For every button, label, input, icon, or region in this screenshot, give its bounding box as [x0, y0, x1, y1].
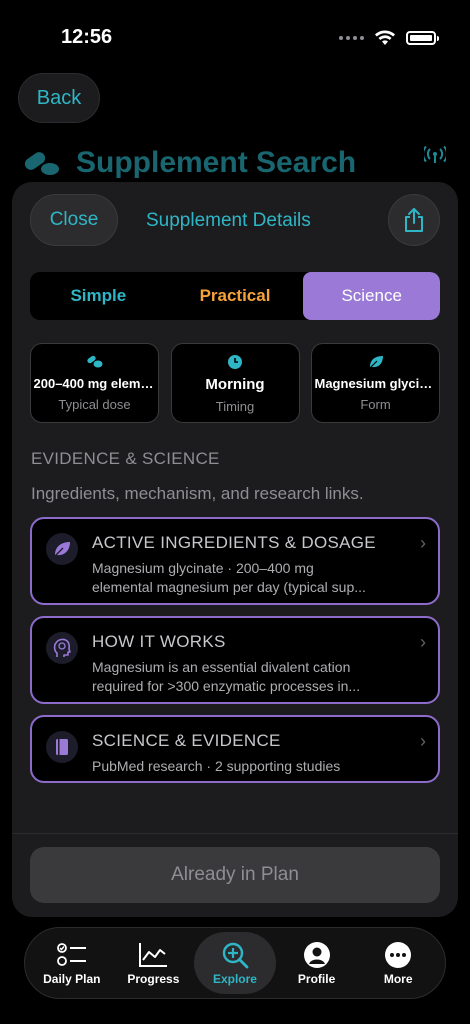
tab-bar: Daily Plan Progress Explore Profile More	[24, 927, 446, 999]
tab-progress[interactable]: Progress	[113, 932, 195, 994]
active-ingredients-row[interactable]: ACTIVE INGREDIENTS & DOSAGE Magnesium gl…	[30, 517, 440, 605]
battery-icon	[406, 31, 439, 45]
wifi-icon	[375, 30, 395, 45]
tab-label: Explore	[212, 972, 257, 986]
row-icon-container	[46, 533, 78, 565]
supplement-details-sheet: Close Supplement Details Simple Practica…	[12, 182, 458, 917]
row-description-line: PubMed research · 2 supporting studies	[92, 758, 341, 774]
tab-label: Daily Plan	[43, 972, 101, 986]
person-icon	[303, 942, 330, 968]
row-description-line: elemental magnesium per day (typical sup…	[92, 579, 366, 595]
sheet-header: Close Supplement Details	[12, 192, 458, 248]
row-icon-container	[46, 731, 78, 763]
pills-icon	[86, 355, 102, 368]
tab-simple[interactable]: Simple	[30, 272, 167, 320]
tab-science[interactable]: Science	[303, 272, 440, 320]
row-title: HOW IT WORKS	[92, 632, 226, 651]
dose-value: 200–400 mg eleme...	[33, 376, 156, 391]
summary-cards: 200–400 mg eleme... Typical dose Morning…	[30, 343, 440, 423]
book-icon	[56, 739, 68, 755]
tab-label: More	[383, 972, 413, 986]
broadcast-icon[interactable]	[424, 146, 446, 164]
row-title: ACTIVE INGREDIENTS & DOSAGE	[92, 533, 376, 552]
tab-explore[interactable]: Explore	[194, 932, 276, 994]
section-heading: EVIDENCE & SCIENCE	[31, 449, 220, 468]
tab-practical[interactable]: Practical	[167, 272, 304, 320]
close-button[interactable]: Close	[30, 194, 118, 246]
row-icon-container	[46, 632, 78, 664]
page-title-text: Supplement Search	[76, 146, 357, 179]
brain-icon	[53, 638, 71, 657]
share-icon	[405, 208, 423, 232]
chart-icon	[139, 943, 168, 967]
row-description: Magnesium is an essential divalent catio…	[92, 658, 392, 696]
status-bar: 12:56	[0, 0, 470, 70]
form-card: Magnesium glycina... Form	[311, 343, 440, 423]
leaf-icon	[54, 542, 70, 557]
chevron-right-icon: ›	[420, 533, 426, 553]
leaf-icon	[369, 356, 383, 369]
row-description: PubMed research · 2 supporting studies	[92, 757, 392, 776]
status-icons	[339, 30, 439, 46]
row-description-line: Magnesium glycinate · 200–400 mg	[92, 560, 314, 576]
cellular-signal-icon	[339, 36, 364, 40]
chevron-right-icon: ›	[420, 731, 426, 751]
tab-label: Progress	[127, 972, 180, 986]
search-plus-icon	[222, 942, 249, 969]
back-button[interactable]: Back	[18, 73, 100, 123]
form-value: Magnesium glycina...	[314, 376, 437, 391]
more-icon	[385, 942, 412, 968]
row-description: Magnesium glycinate · 200–400 mg element…	[92, 559, 392, 597]
dose-label: Typical dose	[58, 397, 131, 412]
sheet-title: Supplement Details	[146, 210, 311, 231]
page-title: Supplement Search	[22, 146, 356, 180]
divider	[12, 833, 458, 834]
checklist-icon	[56, 943, 86, 966]
timing-card: Morning Timing	[170, 343, 300, 423]
row-description-line: Magnesium is an essential divalent catio…	[92, 659, 351, 675]
dose-card: 200–400 mg eleme... Typical dose	[30, 343, 159, 423]
timing-value: Morning	[205, 376, 265, 393]
science-evidence-row[interactable]: SCIENCE & EVIDENCE PubMed research · 2 s…	[30, 715, 440, 783]
already-in-plan-button[interactable]: Already in Plan	[30, 847, 440, 903]
tab-profile[interactable]: Profile	[276, 932, 358, 994]
how-it-works-row[interactable]: HOW IT WORKS Magnesium is an essential d…	[30, 616, 440, 704]
tab-daily-plan[interactable]: Daily Plan	[31, 932, 113, 994]
detail-level-segmented-control: Simple Practical Science	[30, 272, 440, 320]
timing-label: Timing	[215, 399, 255, 414]
status-time: 12:56	[61, 26, 113, 48]
share-button[interactable]	[388, 194, 440, 246]
section-subtitle: Ingredients, mechanism, and research lin…	[31, 484, 364, 503]
form-label: Form	[360, 397, 391, 412]
pills-icon	[24, 152, 59, 175]
row-description-line: required for >300 enzymatic processes in…	[92, 678, 361, 694]
clock-icon	[228, 355, 242, 369]
tab-more[interactable]: More	[357, 932, 439, 994]
chevron-right-icon: ›	[420, 632, 426, 652]
tab-label: Profile	[297, 972, 336, 986]
row-title: SCIENCE & EVIDENCE	[92, 731, 281, 750]
